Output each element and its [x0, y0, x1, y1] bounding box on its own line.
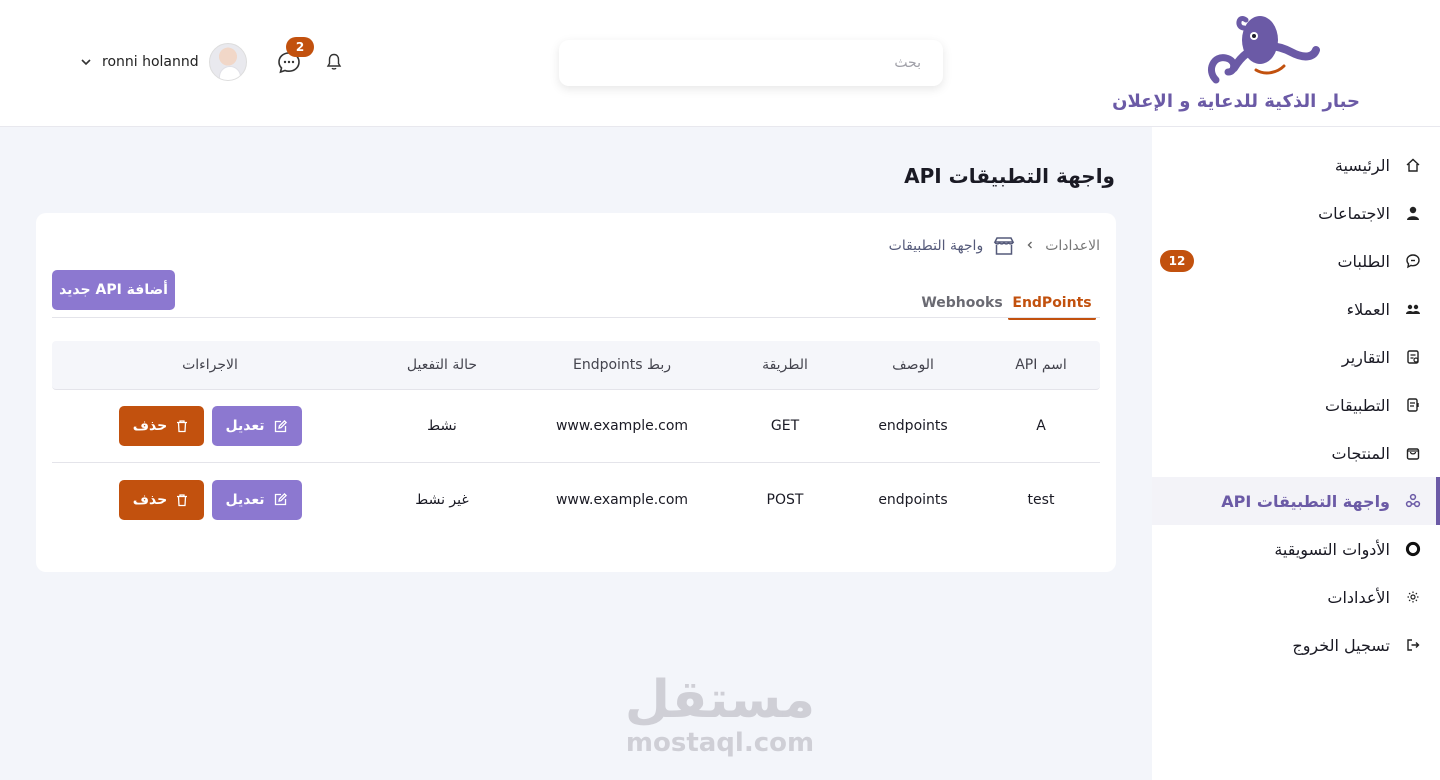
- person-icon: [1404, 204, 1422, 222]
- breadcrumb-current: واجهة التطبيقات: [889, 236, 1016, 256]
- circle-icon: [1404, 540, 1422, 558]
- cell-method: POST: [766, 491, 804, 508]
- row-actions: حذف تعديل: [52, 390, 368, 462]
- chat-icon: [1404, 252, 1422, 270]
- api-card: الاعدادات واجهة التطبيقات أضافة API جديد…: [36, 213, 1116, 572]
- edit-button[interactable]: تعديل: [211, 406, 302, 446]
- table-header: API اسم الوصف الطريقة Endpoints ربط حالة…: [52, 341, 1100, 390]
- table-row: A endpoints GET www.example.com نشط حذف …: [52, 390, 1100, 463]
- breadcrumb: الاعدادات واجهة التطبيقات: [889, 235, 1100, 257]
- edit-label: تعديل: [225, 491, 265, 508]
- column-header-actions: الاجراءات: [182, 357, 238, 373]
- cell-method: GET: [770, 418, 800, 434]
- sidebar-item-settings[interactable]: الأعدادات: [1152, 573, 1440, 621]
- report-icon: [1404, 348, 1422, 366]
- cell-url: www.example.com: [555, 491, 689, 508]
- top-header: ronni holannd 2 حبار الذكية للدعاية و ال…: [0, 0, 1440, 127]
- sidebar-item-apps[interactable]: التطبيقات: [1152, 381, 1440, 429]
- sidebar-item-home[interactable]: الرئيسية: [1152, 141, 1440, 189]
- watermark-english: mostaql.com: [625, 728, 815, 758]
- sidebar-item-api[interactable]: واجهة التطبيقات API: [1152, 477, 1440, 525]
- column-header-method: الطريقة: [762, 357, 808, 373]
- watermark: مستقل mostaql.com: [600, 672, 840, 758]
- sidebar-item-label: الأعدادات: [1327, 587, 1390, 607]
- row-actions: حذف تعديل: [52, 463, 368, 536]
- orders-count-badge: 12: [1160, 250, 1194, 272]
- bell-icon[interactable]: [324, 52, 344, 72]
- breadcrumb-current-label: واجهة التطبيقات: [888, 238, 984, 254]
- avatar[interactable]: [208, 43, 247, 81]
- tab-endpoints[interactable]: EndPoints: [1008, 289, 1096, 320]
- sidebar-item-label: الأدوات التسويقية: [1274, 539, 1390, 559]
- cell-status: غير نشط: [415, 491, 469, 508]
- brand-logo: حبار الذكية للدعاية و الإعلان: [1112, 10, 1368, 114]
- delete-label: حذف: [132, 491, 168, 508]
- sidebar: الرئيسية الاجتماعات 12 الطلبات العملاء ا…: [1152, 127, 1440, 780]
- table-row: test endpoints POST www.example.com غير …: [52, 463, 1100, 536]
- cell-desc: endpoints: [878, 491, 948, 508]
- delete-button[interactable]: حذف: [118, 479, 204, 520]
- breadcrumb-root[interactable]: الاعدادات: [1045, 238, 1100, 254]
- sidebar-item-label: تسجيل الخروج: [1292, 635, 1390, 655]
- sidebar-item-label: الاجتماعات: [1318, 203, 1390, 223]
- logout-icon: [1404, 636, 1422, 654]
- chevron-down-icon[interactable]: [80, 56, 92, 68]
- logo-text: حبار الذكية للدعاية و الإعلان: [1112, 91, 1360, 112]
- trash-icon: [177, 493, 188, 506]
- cell-name: A: [1036, 418, 1046, 434]
- delete-label: حذف: [132, 418, 168, 434]
- app-icon: [1404, 396, 1422, 414]
- store-icon: [994, 237, 1015, 255]
- column-header-status: حالة التفعيل: [406, 357, 478, 373]
- users-icon: [1404, 300, 1422, 318]
- tab-webhooks[interactable]: Webhooks: [921, 289, 1002, 317]
- tabs-divider: [52, 317, 1100, 318]
- column-header-name: API اسم: [1015, 357, 1067, 373]
- sidebar-item-reports[interactable]: التقارير: [1152, 333, 1440, 381]
- sidebar-item-products[interactable]: المنتجات: [1152, 429, 1440, 477]
- edit-button[interactable]: تعديل: [211, 479, 302, 520]
- api-table: API اسم الوصف الطريقة Endpoints ربط حالة…: [52, 341, 1100, 536]
- sidebar-item-label: واجهة التطبيقات API: [1221, 491, 1390, 511]
- add-api-button[interactable]: أضافة API جديد: [52, 270, 175, 310]
- bag-icon: [1404, 444, 1422, 462]
- sidebar-item-orders[interactable]: 12 الطلبات: [1152, 237, 1440, 285]
- sidebar-item-label: العملاء: [1346, 299, 1390, 319]
- home-icon: [1404, 156, 1422, 174]
- search-input[interactable]: [559, 40, 943, 86]
- sidebar-item-clients[interactable]: العملاء: [1152, 285, 1440, 333]
- column-header-desc: الوصف: [892, 357, 934, 373]
- sidebar-item-label: التقارير: [1341, 347, 1390, 367]
- cell-url: www.example.com: [555, 418, 689, 434]
- sidebar-item-label: التطبيقات: [1325, 395, 1390, 415]
- chevron-left-icon: [1025, 238, 1035, 254]
- octopus-logo-icon: [1208, 16, 1320, 84]
- chat-count-badge: 2: [286, 37, 314, 57]
- sidebar-item-logout[interactable]: تسجيل الخروج: [1152, 621, 1440, 669]
- sidebar-item-label: الرئيسية: [1334, 155, 1390, 175]
- api-icon: [1404, 492, 1422, 510]
- watermark-arabic: مستقل: [624, 670, 816, 730]
- edit-icon: [274, 492, 287, 506]
- column-header-url: Endpoints ربط: [572, 357, 671, 373]
- page-title: واجهة التطبيقات API: [904, 164, 1115, 188]
- gear-icon: [1404, 588, 1422, 606]
- sidebar-item-label: المنتجات: [1331, 443, 1391, 463]
- cell-status: نشط: [427, 418, 457, 434]
- user-name[interactable]: ronni holannd: [102, 54, 199, 70]
- edit-label: تعديل: [225, 418, 265, 434]
- cell-name: test: [1027, 491, 1055, 508]
- sidebar-item-label: الطلبات: [1337, 251, 1390, 271]
- user-menu[interactable]: ronni holannd: [80, 42, 247, 82]
- trash-icon: [177, 420, 188, 433]
- sidebar-item-marketing-tools[interactable]: الأدوات التسويقية: [1152, 525, 1440, 573]
- sidebar-item-meetings[interactable]: الاجتماعات: [1152, 189, 1440, 237]
- edit-icon: [274, 419, 287, 432]
- delete-button[interactable]: حذف: [118, 406, 204, 446]
- cell-desc: endpoints: [878, 418, 948, 434]
- search-box[interactable]: [559, 40, 943, 86]
